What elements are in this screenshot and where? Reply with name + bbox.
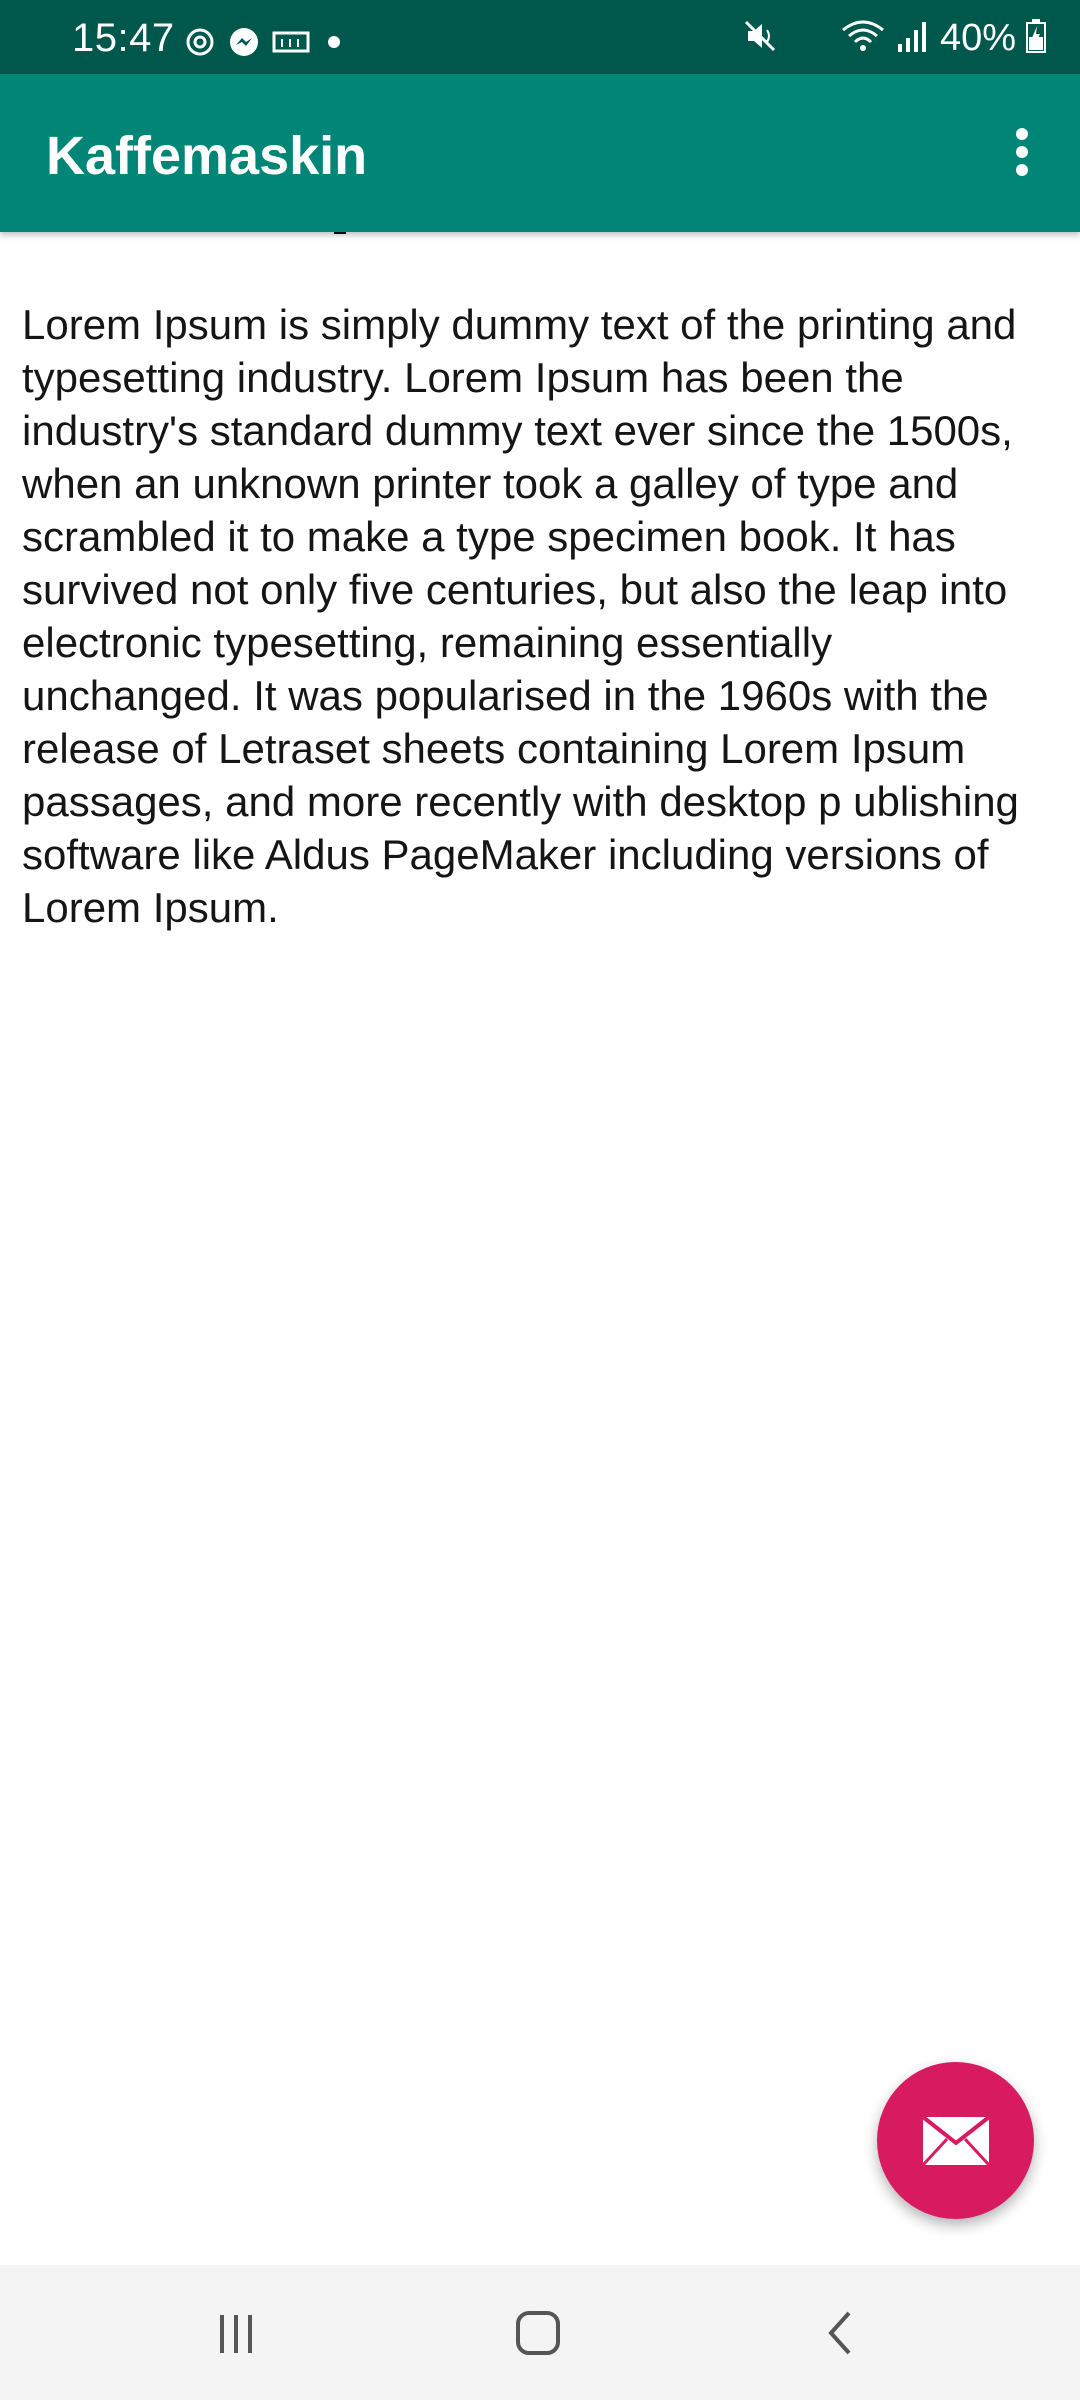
sync-icon (184, 26, 216, 63)
battery-charging-icon (1026, 18, 1046, 58)
home-button[interactable] (468, 2265, 608, 2400)
status-icons-left (184, 26, 346, 62)
recents-icon (220, 2314, 252, 2353)
wifi-icon (840, 16, 886, 61)
overflow-menu-icon (1016, 128, 1028, 176)
status-time: 15:47 (72, 16, 175, 60)
home-icon (516, 2310, 560, 2355)
body-text: Lorem Ipsum is simply dummy text of the … (22, 301, 1019, 931)
signal-icon (896, 18, 930, 59)
back-button[interactable] (770, 2265, 910, 2400)
keyboard-icon (272, 30, 310, 59)
app-bar: Kaffemaskin (0, 74, 1080, 232)
back-icon (828, 2311, 851, 2354)
status-bar: 15:47 40% (0, 0, 1080, 74)
recents-button[interactable] (166, 2265, 306, 2400)
app-title: Kaffemaskin (46, 126, 368, 186)
mute-icon (740, 16, 780, 61)
status-icons-right: 40% (740, 18, 1046, 58)
battery-percentage: 40% (939, 17, 1016, 59)
email-icon (921, 2114, 990, 2166)
dot-icon (322, 30, 346, 59)
overflow-menu-button[interactable] (986, 116, 1058, 188)
email-fab-button[interactable] (877, 2062, 1034, 2219)
navigation-bar (0, 2265, 1080, 2400)
messenger-icon (228, 26, 260, 63)
